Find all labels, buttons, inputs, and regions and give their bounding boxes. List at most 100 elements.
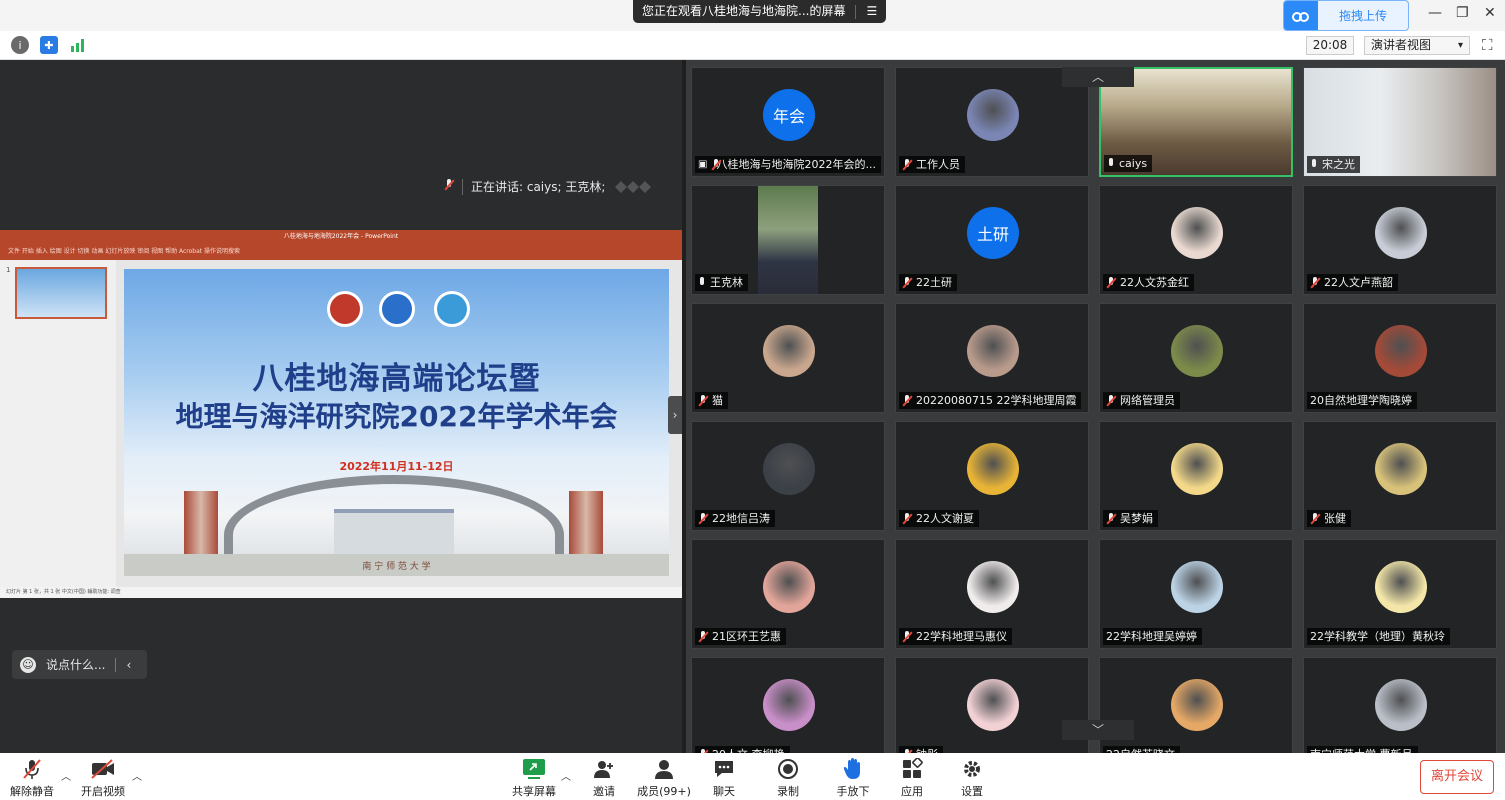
participant-tile[interactable]: 年会 ▣ 八桂地海与地海院2022年会的... bbox=[691, 67, 885, 177]
participant-tile[interactable]: 22学科地理马惠仪 bbox=[895, 539, 1089, 649]
participant-tile[interactable]: 南宁师范大学 曹新月 bbox=[1303, 657, 1497, 753]
participant-name-tag: 工作人员 bbox=[899, 156, 965, 173]
powerpoint-window: 八桂地海与地海院2022年会 - PowerPoint 文件 开始 插入 绘图 … bbox=[0, 230, 682, 598]
participant-tile[interactable]: 王克林 bbox=[691, 185, 885, 295]
participant-tile[interactable]: 吴梦娟 bbox=[1099, 421, 1293, 531]
avatar: 年会 bbox=[763, 89, 815, 141]
mic-icon bbox=[698, 276, 706, 289]
avatar bbox=[1171, 207, 1223, 259]
ppt-title-bar: 八桂地海与地海院2022年会 - PowerPoint bbox=[0, 230, 682, 244]
raise-hand-button[interactable]: 手放下 bbox=[823, 757, 883, 799]
participant-name: 22自然苏晓文 bbox=[1106, 746, 1175, 753]
shield-icon[interactable]: ✚ bbox=[40, 36, 58, 54]
bgerl-emblem-icon bbox=[379, 291, 415, 327]
participant-name-tag: 22地信吕涛 bbox=[695, 510, 775, 527]
slide-thumbnail bbox=[15, 267, 107, 319]
mic-muted-icon bbox=[902, 276, 912, 289]
scroll-down-icon[interactable]: ﹀ bbox=[1062, 720, 1134, 740]
ppt-status-bar: 幻灯片 第 1 张，共 1 张 中文(中国) 辅助功能: 调查 bbox=[0, 587, 682, 598]
chat-placeholder: 说点什么... bbox=[46, 658, 106, 672]
share-screen-button[interactable]: 共享屏幕 bbox=[504, 757, 564, 799]
raise-hand-label: 手放下 bbox=[836, 785, 870, 798]
participant-tile[interactable]: 张健 bbox=[1303, 421, 1497, 531]
menu-icon[interactable]: ☰ bbox=[866, 0, 877, 23]
participant-name-tag: 22人文苏金红 bbox=[1103, 274, 1194, 291]
members-button[interactable]: 成员(99+) bbox=[634, 757, 694, 799]
watermark-logo bbox=[615, 180, 652, 193]
chevron-left-icon[interactable]: ‹ bbox=[126, 658, 131, 672]
participant-tile[interactable]: 20自然地理学陶晓婷 bbox=[1303, 303, 1497, 413]
participant-grid: 年会 ▣ 八桂地海与地海院2022年会的... 工作人员 caiys 宋之光 王克林 土研 22… bbox=[686, 60, 1505, 753]
unmute-button[interactable]: 解除静音 bbox=[2, 757, 62, 799]
camera-off-icon bbox=[90, 757, 116, 781]
view-mode-select[interactable]: 演讲者视图 ▾ bbox=[1364, 36, 1470, 55]
university-name-text: 南 宁 师 范 大 学 bbox=[362, 562, 431, 572]
unmute-label: 解除静音 bbox=[10, 785, 54, 798]
mic-icon bbox=[1107, 157, 1115, 170]
avatar bbox=[763, 679, 815, 731]
participant-tile[interactable]: 22学科地理吴婷婷 bbox=[1099, 539, 1293, 649]
participant-tile[interactable]: 22人文谢夏 bbox=[895, 421, 1089, 531]
drag-upload-label: 拖拽上传 bbox=[1338, 9, 1387, 23]
participant-name-tag: 南宁师范大学 曹新月 bbox=[1307, 746, 1418, 753]
apps-label: 应用 bbox=[901, 785, 923, 798]
close-icon[interactable]: ✕ bbox=[1484, 5, 1496, 21]
participant-tile[interactable]: 钟彤 bbox=[895, 657, 1089, 753]
share-banner[interactable]: 您正在观看八桂地海与地海院...的屏幕 ☰ bbox=[633, 0, 887, 23]
start-video-button[interactable]: 开启视频 bbox=[73, 757, 133, 799]
participant-tile[interactable]: 22地信吕涛 bbox=[691, 421, 885, 531]
avatar bbox=[1171, 679, 1223, 731]
participant-tile[interactable]: 22学科教学（地理）黄秋玲 bbox=[1303, 539, 1497, 649]
emoji-icon[interactable]: ☺ bbox=[20, 656, 36, 673]
participant-name: 张健 bbox=[1324, 512, 1346, 525]
participant-tile[interactable]: 22人文苏金红 bbox=[1099, 185, 1293, 295]
divider bbox=[855, 4, 857, 19]
chat-button[interactable]: 聊天 bbox=[694, 757, 754, 799]
participant-tile[interactable]: 宋之光 bbox=[1303, 67, 1497, 177]
record-button[interactable]: 录制 bbox=[758, 757, 818, 799]
participant-name: 22学科教学（地理）黄秋玲 bbox=[1310, 630, 1445, 643]
apps-button[interactable]: 应用 bbox=[882, 757, 942, 799]
info-icon[interactable]: i bbox=[11, 36, 29, 54]
participant-tile[interactable]: 20220080715 22学科地理周霞 bbox=[895, 303, 1089, 413]
participant-tile[interactable]: 22人文卢燕韶 bbox=[1303, 185, 1497, 295]
chevron-up-icon[interactable]: ︿ bbox=[132, 768, 142, 783]
minimize-icon[interactable]: — bbox=[1428, 5, 1442, 21]
fullscreen-icon[interactable]: ⛶ bbox=[1482, 36, 1493, 54]
participant-name: 20220080715 22学科地理周霞 bbox=[916, 394, 1077, 407]
mic-muted-icon bbox=[1310, 512, 1320, 525]
participant-tile[interactable]: 土研 22土研 bbox=[895, 185, 1089, 295]
participant-name: 22人文谢夏 bbox=[916, 512, 974, 525]
participant-name: 22地信吕涛 bbox=[712, 512, 770, 525]
leave-meeting-button[interactable]: 离开会议 bbox=[1420, 760, 1494, 794]
settings-button[interactable]: 设置 bbox=[942, 757, 1002, 799]
avatar bbox=[763, 325, 815, 377]
quick-chat-box[interactable]: ☺ 说点什么... ‹ bbox=[12, 650, 147, 679]
participant-tile[interactable]: 工作人员 bbox=[895, 67, 1089, 177]
mic-muted-icon bbox=[902, 394, 912, 407]
participant-tile[interactable]: 20人文 李柳艳 bbox=[691, 657, 885, 753]
signal-icon[interactable] bbox=[69, 36, 87, 54]
share-screen-label: 共享屏幕 bbox=[512, 785, 556, 798]
meeting-info-bar bbox=[0, 31, 1505, 60]
chevron-up-icon[interactable]: ︿ bbox=[561, 768, 571, 783]
invite-button[interactable]: 邀请 bbox=[574, 757, 634, 799]
avatar bbox=[1375, 679, 1427, 731]
mic-muted-icon bbox=[698, 512, 708, 525]
participant-tile[interactable]: 猫 bbox=[691, 303, 885, 413]
participant-tile[interactable]: 网络管理员 bbox=[1099, 303, 1293, 413]
avatar bbox=[967, 561, 1019, 613]
participant-tile[interactable]: 21区环王艺惠 bbox=[691, 539, 885, 649]
slide-canvas: 八桂地海高端论坛暨 地理与海洋研究院2022年学术年会 2022年11月11-1… bbox=[124, 269, 669, 576]
slide-date: 2022年11月11-12日 bbox=[339, 460, 454, 473]
chevron-up-icon[interactable]: ︿ bbox=[61, 768, 71, 783]
chat-icon bbox=[713, 757, 735, 781]
collapse-panel-handle[interactable]: › bbox=[668, 396, 682, 434]
participant-name-tag: 22学科地理吴婷婷 bbox=[1103, 628, 1202, 645]
slide-thumbnail-pane: 1 bbox=[0, 260, 116, 587]
avatar: 土研 bbox=[967, 207, 1019, 259]
record-icon bbox=[777, 757, 799, 781]
restore-icon[interactable]: ❐ bbox=[1456, 5, 1469, 21]
drag-upload-button[interactable]: 拖拽上传 bbox=[1283, 0, 1409, 31]
scroll-up-icon[interactable]: ︿ bbox=[1062, 67, 1134, 87]
